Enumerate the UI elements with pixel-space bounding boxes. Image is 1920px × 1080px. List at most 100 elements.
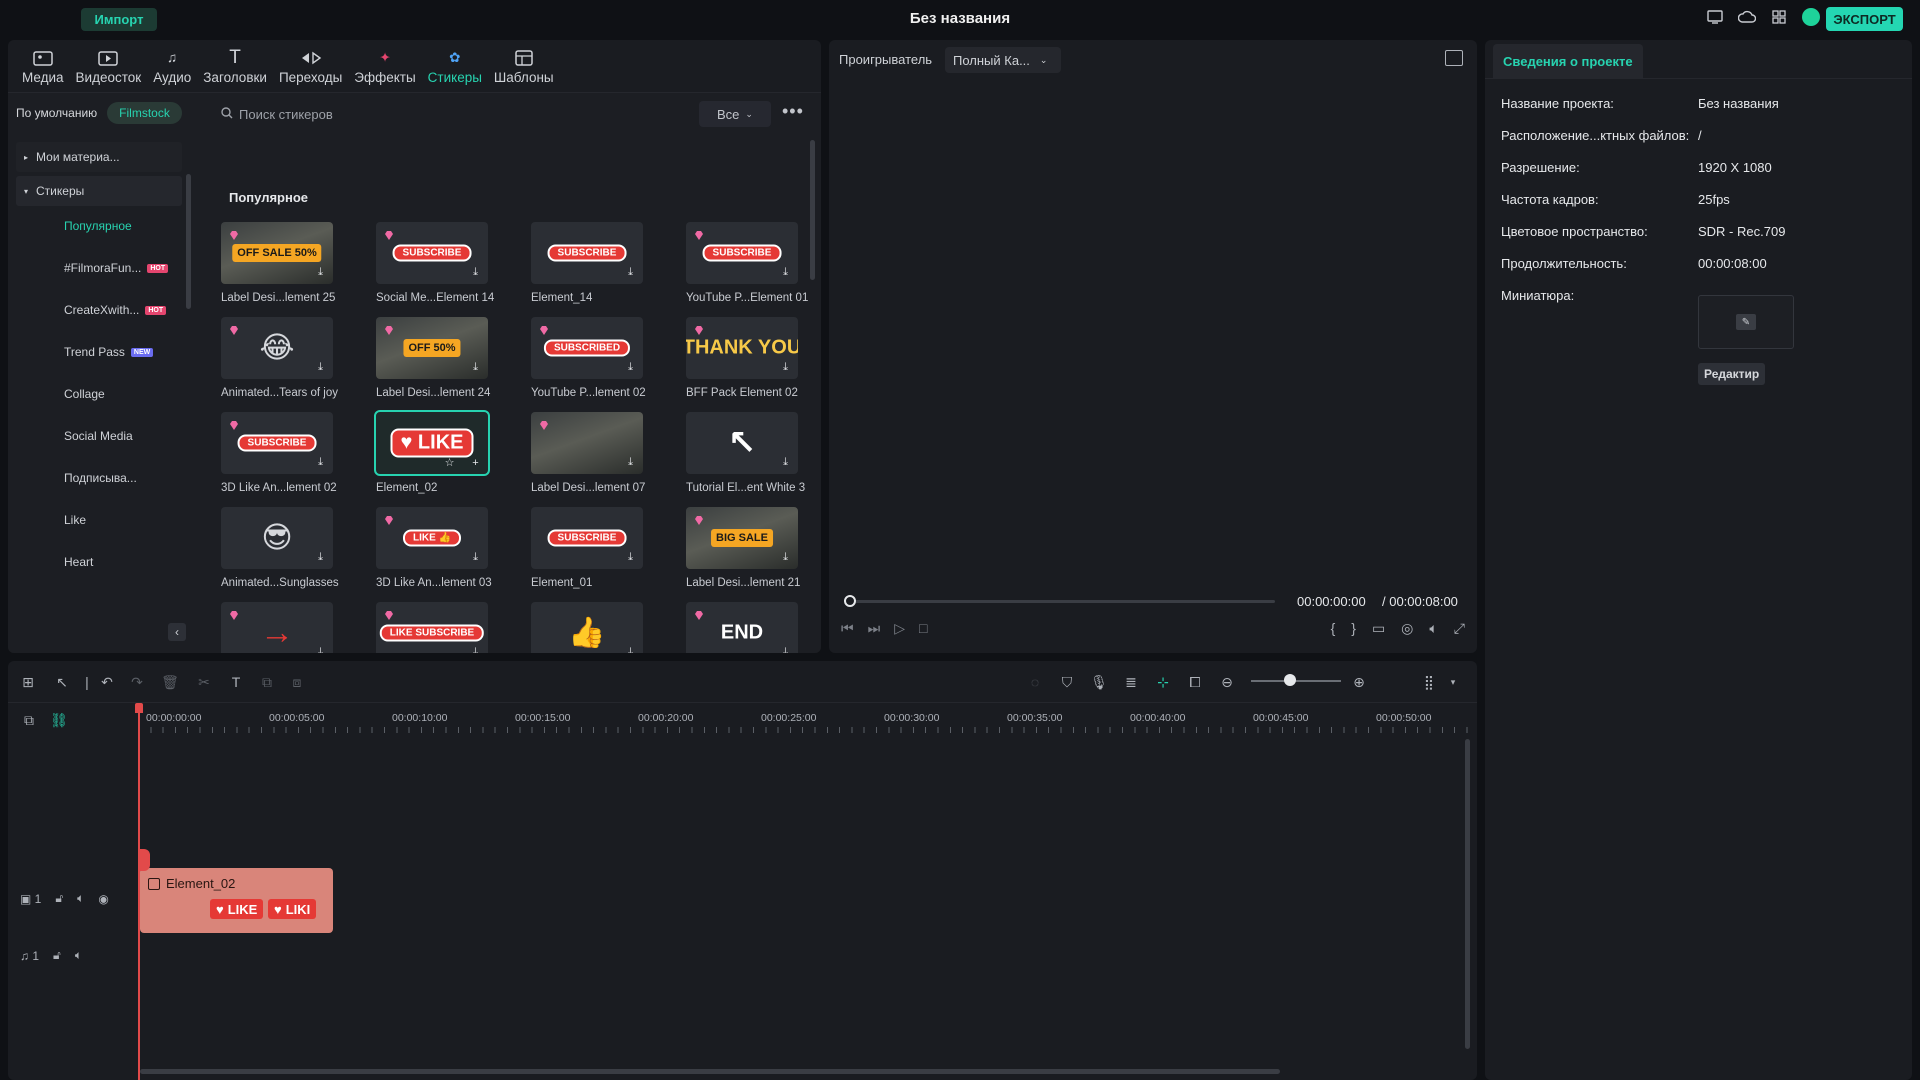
download-icon[interactable]: ⤓: [469, 361, 482, 374]
tab-media[interactable]: Медиа: [16, 40, 70, 92]
tree-subscribe[interactable]: Подписыва...: [16, 463, 182, 493]
sticker-card[interactable]: BIG SALE ⤓: [686, 507, 798, 569]
sticker-card[interactable]: SUBSCRIBED ⤓: [531, 317, 643, 379]
tree-filmorafun[interactable]: #FilmoraFun... HOT: [16, 253, 182, 283]
download-icon[interactable]: ⤓: [624, 646, 637, 653]
stop-icon[interactable]: □: [919, 620, 927, 637]
link-icon[interactable]: ⛓: [50, 711, 68, 729]
layout-icon[interactable]: ⊞: [19, 673, 37, 691]
mark-in-icon[interactable]: {: [1331, 620, 1336, 637]
download-icon[interactable]: ⤓: [469, 266, 482, 279]
display-icon[interactable]: ▭: [1372, 620, 1385, 637]
sticker-card[interactable]: SUBSCRIBE ⤓: [531, 222, 643, 284]
download-icon[interactable]: ⤓: [314, 361, 327, 374]
undo-icon[interactable]: ↶: [98, 673, 116, 691]
tab-audio[interactable]: ♫ Аудио: [147, 40, 197, 92]
previous-frame-icon[interactable]: ⏮: [841, 620, 854, 637]
grid-scrollbar[interactable]: [810, 140, 815, 280]
sticker-card[interactable]: → ⤓: [221, 602, 333, 653]
mark-out-icon[interactable]: }: [1351, 620, 1356, 637]
tab-templates[interactable]: Шаблоны: [488, 40, 560, 92]
track-height-icon[interactable]: ⣿: [1420, 673, 1438, 691]
tree-createxwith[interactable]: CreateXwith... HOT: [16, 295, 182, 325]
tree-my-materials[interactable]: ▸ Мои материа...: [16, 142, 182, 172]
download-icon[interactable]: ⤓: [314, 456, 327, 469]
filmstock-source[interactable]: Filmstock: [107, 102, 182, 124]
sticker-card[interactable]: 😎 ⤓: [221, 507, 333, 569]
pencil-icon[interactable]: ✎: [1736, 314, 1756, 330]
download-icon[interactable]: ⤓: [314, 646, 327, 653]
sticker-card[interactable]: SUBSCRIBE ⤓: [376, 222, 488, 284]
tree-heart[interactable]: Heart: [16, 547, 182, 577]
download-icon[interactable]: ⤓: [779, 456, 792, 469]
snap-icon[interactable]: ⊹: [1154, 673, 1172, 691]
sticker-card[interactable]: ⤓: [531, 412, 643, 474]
cut-icon[interactable]: ✂: [195, 673, 213, 691]
user-avatar[interactable]: [1802, 8, 1820, 26]
zoom-slider-knob[interactable]: [1284, 674, 1296, 686]
sticker-card[interactable]: LIKE 👍 ⤓: [376, 507, 488, 569]
snapshot-icon[interactable]: [1445, 50, 1463, 66]
text-tool-icon[interactable]: T: [227, 673, 245, 691]
sticker-card[interactable]: END ⤓: [686, 602, 798, 653]
thumbnail-box[interactable]: ✎: [1698, 295, 1794, 349]
timeline-horizontal-scrollbar[interactable]: [140, 1069, 1280, 1074]
timeline-clip[interactable]: Element_02 ♥ LIKE ♥ LIKI: [140, 868, 333, 933]
speaker-icon[interactable]: 🔈︎: [75, 948, 82, 963]
download-icon[interactable]: ⤓: [779, 266, 792, 279]
tree-stickers[interactable]: ▾ Стикеры: [16, 176, 182, 206]
default-source[interactable]: По умолчанию: [16, 106, 97, 120]
crop-icon[interactable]: ⧉: [258, 673, 276, 691]
sticker-card[interactable]: SUBSCRIBE ⤓: [531, 507, 643, 569]
select-tool-icon[interactable]: ↖: [53, 673, 71, 691]
zoom-slider[interactable]: [1251, 680, 1341, 682]
tab-stickers[interactable]: ✿ Стикеры: [422, 40, 488, 92]
tree-social-media[interactable]: Social Media: [16, 421, 182, 451]
collapse-sidebar-icon[interactable]: ‹: [168, 623, 186, 641]
sticker-card[interactable]: LIKE SUBSCRIBE ⤓: [376, 602, 488, 653]
lock-icon[interactable]: 🔓︎: [53, 948, 61, 963]
more-options-icon[interactable]: •••: [782, 101, 804, 122]
download-icon[interactable]: ⤓: [314, 551, 327, 564]
volume-icon[interactable]: 🔈︎: [1429, 620, 1437, 637]
tab-transitions[interactable]: Переходы: [273, 40, 348, 92]
sticker-card[interactable]: ↖ ⤓: [686, 412, 798, 474]
download-icon[interactable]: ⤓: [469, 646, 482, 653]
chevron-down-icon[interactable]: ▾: [1444, 673, 1462, 691]
tab-effects[interactable]: ✦ Эффекты: [348, 40, 421, 92]
download-icon[interactable]: ⤓: [624, 456, 637, 469]
download-icon[interactable]: ⤓: [624, 266, 637, 279]
download-icon[interactable]: ⤓: [469, 551, 482, 564]
download-icon[interactable]: ⤓: [779, 361, 792, 374]
cloud-icon[interactable]: [1738, 8, 1756, 26]
sticker-card[interactable]: ♥ LIKE + ☆: [374, 410, 490, 476]
tree-like[interactable]: Like: [16, 505, 182, 535]
tree-scrollbar[interactable]: [186, 174, 191, 309]
download-icon[interactable]: ⤓: [779, 646, 792, 653]
fullscreen-icon[interactable]: ⤢: [1454, 620, 1465, 637]
next-frame-icon[interactable]: ⏭: [868, 620, 881, 637]
audio-list-icon[interactable]: ≣: [1122, 673, 1140, 691]
monitor-icon[interactable]: [1706, 8, 1724, 26]
export-button[interactable]: ЭКСПОРТ: [1826, 7, 1903, 31]
tree-collage[interactable]: Collage: [16, 379, 182, 409]
sticker-card[interactable]: 👍 ⤓: [531, 602, 643, 653]
redo-icon[interactable]: ↷: [128, 673, 146, 691]
speaker-icon[interactable]: 🔈︎: [77, 891, 84, 906]
quality-dropdown[interactable]: Полный Ка... ⌄: [945, 47, 1061, 73]
sticker-card[interactable]: OFF 50% ⤓: [376, 317, 488, 379]
render-icon[interactable]: ◌: [1026, 673, 1044, 691]
tree-popular[interactable]: Популярное: [16, 211, 182, 241]
delete-icon[interactable]: 🗑︎: [161, 673, 179, 691]
audio-detach-icon[interactable]: ⧈: [288, 673, 306, 691]
search-input[interactable]: Поиск стикеров: [239, 107, 333, 122]
sticker-card[interactable]: OFF SALE 50% ⤓: [221, 222, 333, 284]
sticker-card[interactable]: SUBSCRIBE ⤓: [686, 222, 798, 284]
download-icon[interactable]: ⤓: [779, 551, 792, 564]
timeline-ruler[interactable]: 00:00:00:00 00:00:05:00 00:00:10:00 00:0…: [138, 703, 1477, 733]
clip-cut-marker[interactable]: [140, 849, 150, 871]
sticker-search[interactable]: Поиск стикеров: [213, 101, 703, 127]
zoom-in-icon[interactable]: ⊕: [1350, 673, 1368, 691]
sticker-card[interactable]: THANK YOU ⤓: [686, 317, 798, 379]
add-track-icon[interactable]: ⧉: [20, 711, 38, 729]
